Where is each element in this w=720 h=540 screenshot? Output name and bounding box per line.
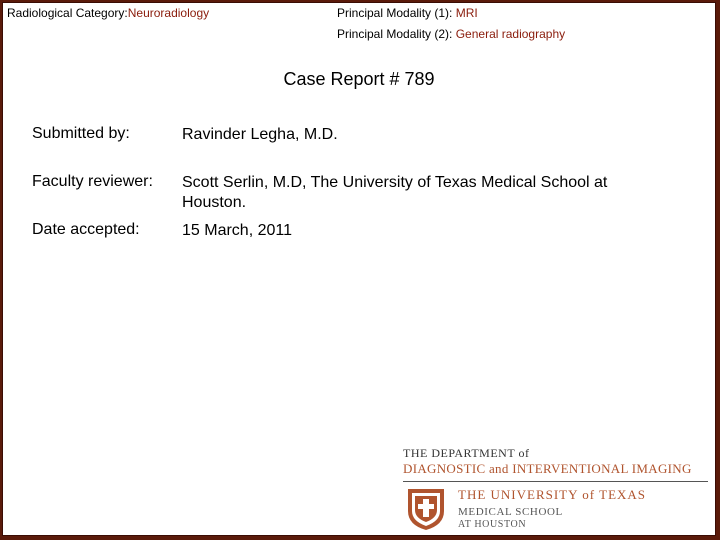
modality2-value: General radiography (455, 27, 566, 41)
reviewer-value: Scott Serlin, M.D, The University of Tex… (182, 174, 608, 211)
modality1-header: Principal Modality (1): MRI (337, 6, 478, 20)
category-label: Radiological Category: (7, 6, 128, 20)
reviewer-label: Faculty reviewer: (32, 173, 153, 190)
university-name: THE UNIVERSITY of TEXAS (458, 487, 647, 502)
dept-line1: THE DEPARTMENT of (403, 446, 530, 460)
submitted-value: Ravinder Legha, M.D. (182, 126, 338, 143)
accepted-value: 15 March, 2011 (182, 222, 292, 239)
logo-divider (403, 481, 708, 482)
department-logo: THE DEPARTMENT of DIAGNOSTIC and INTERVE… (403, 446, 708, 534)
modality2-header: Principal Modality (2): General radiogra… (337, 27, 565, 41)
slide: Radiological Category:Neuroradiology Pri… (2, 2, 716, 536)
modality1-label: Principal Modality (1): (337, 6, 453, 20)
submitted-label: Submitted by: (32, 125, 130, 142)
ut-seal-icon (408, 489, 444, 530)
category-header: Radiological Category:Neuroradiology (7, 6, 209, 20)
modality2-label: Principal Modality (2): (337, 27, 453, 41)
case-report-title: Case Report # 789 (283, 69, 435, 89)
accepted-label: Date accepted: (32, 221, 140, 238)
category-value: Neuroradiology (127, 6, 210, 20)
modality1-value: MRI (455, 6, 478, 20)
school-line2: AT HOUSTON (458, 519, 527, 530)
school-line1: MEDICAL SCHOOL (458, 506, 563, 518)
dept-line2: DIAGNOSTIC and INTERVENTIONAL IMAGING (403, 461, 692, 476)
